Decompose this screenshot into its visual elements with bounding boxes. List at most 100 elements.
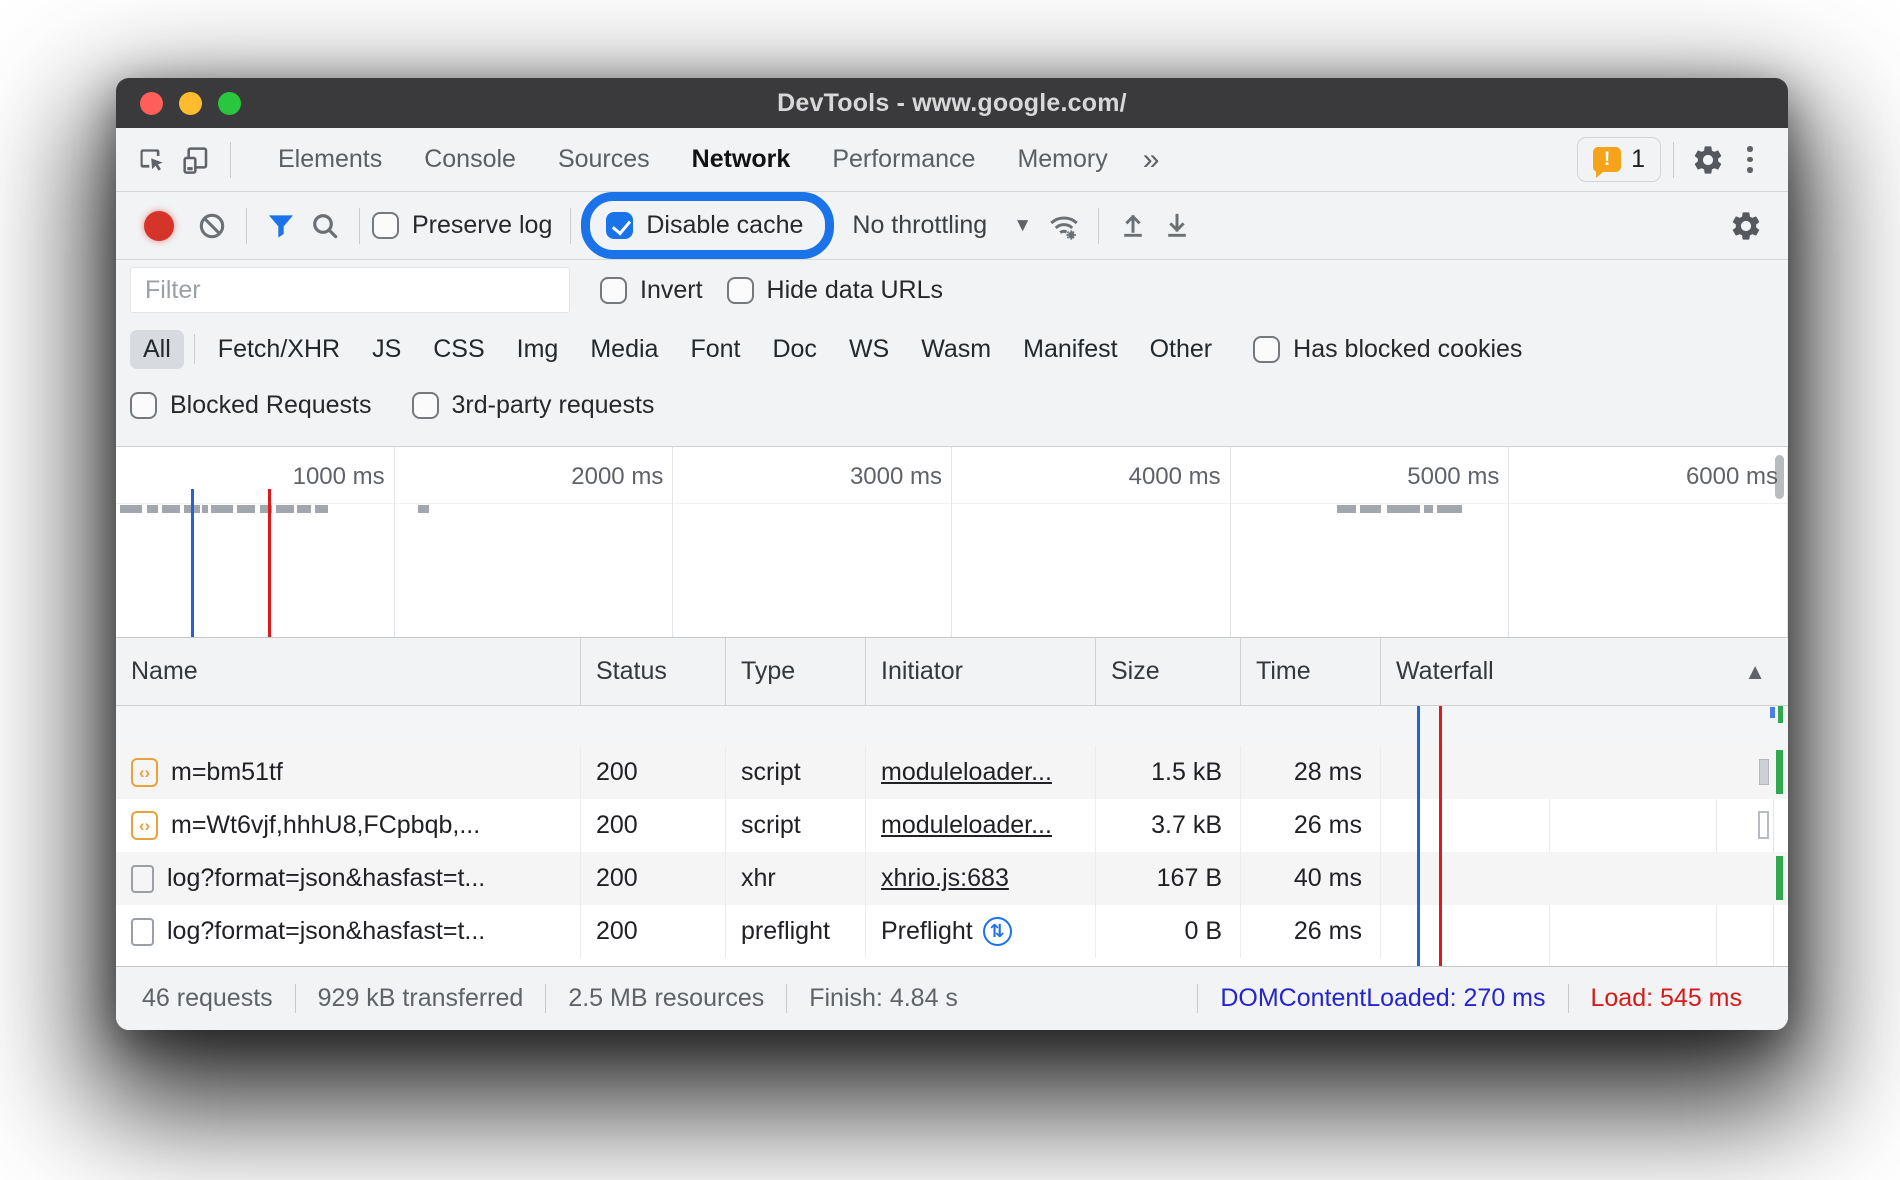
waterfall-cell [1381,746,1788,799]
overview-activity-bar [418,505,429,513]
invert-checkbox[interactable] [600,277,627,304]
initiator-link[interactable]: moduleloader... [881,811,1052,840]
request-row[interactable]: ‹›m=bm51tf200scriptmoduleloader...1.5 kB… [116,746,1788,799]
device-toolbar-icon[interactable] [174,138,218,182]
column-header-name[interactable]: Name [116,638,581,705]
status-929-kb-transferred: 929 kB transferred [295,984,546,1013]
type-filter-img[interactable]: Img [504,330,572,369]
overview-gridline [1508,447,1509,637]
preserve-log-label: Preserve log [412,211,552,240]
type-filter-manifest[interactable]: Manifest [1010,330,1130,369]
type-filter-media[interactable]: Media [577,330,671,369]
column-header-time[interactable]: Time [1241,638,1381,705]
throttling-dropdown[interactable]: No throttling ▼ [836,211,1042,240]
search-icon[interactable] [303,204,347,248]
third-party-requests-checkbox[interactable] [412,392,439,419]
request-row[interactable]: log?format=json&hasfast=t...200xhrxhrio.… [116,852,1788,905]
column-header-initiator[interactable]: Initiator [866,638,1096,705]
network-settings-gear-icon[interactable] [1724,204,1768,248]
type-filter-css[interactable]: CSS [420,330,497,369]
tab-console[interactable]: Console [403,128,537,191]
overview-dcl-line [191,489,194,637]
filter-input[interactable] [130,267,570,313]
has-blocked-cookies-control: Has blocked cookies [1253,335,1522,364]
time-cell: 26 ms [1241,905,1381,958]
waterfall-green-bar [1776,856,1783,900]
type-filter-font[interactable]: Font [677,330,753,369]
tab-performance[interactable]: Performance [811,128,996,191]
overview-activity-bar [1437,505,1462,513]
divider [570,208,571,244]
column-header-status[interactable]: Status [581,638,726,705]
overview-gridline [394,447,395,637]
settings-gear-icon[interactable] [1686,138,1730,182]
size-cell: 0 B [1096,905,1241,958]
blocked-requests-checkbox[interactable] [130,392,157,419]
type-cell: xhr [726,852,866,905]
status-46-requests: 46 requests [120,984,295,1013]
status-cell: 200 [581,799,726,852]
type-filter-fetch-xhr[interactable]: Fetch/XHR [205,330,353,369]
type-filter-ws[interactable]: WS [836,330,902,369]
column-header-type[interactable]: Type [726,638,866,705]
more-tabs-icon[interactable]: » [1129,143,1174,177]
overview-gridline [1787,447,1788,637]
network-conditions-icon[interactable] [1042,204,1086,248]
disable-cache-checkbox[interactable] [606,212,633,239]
type-filter-wasm[interactable]: Wasm [908,330,1004,369]
has-blocked-cookies-checkbox[interactable] [1253,336,1280,363]
tab-sources[interactable]: Sources [537,128,671,191]
overview-tick-label: 4000 ms [1129,463,1221,491]
issues-count: 1 [1631,145,1645,174]
column-header-waterfall[interactable]: Waterfall ▲ [1381,638,1788,705]
overview-load-line [268,489,271,637]
column-header-size[interactable]: Size [1096,638,1241,705]
filter-row: Invert Hide data URLs [116,260,1788,320]
tab-network[interactable]: Network [671,128,812,191]
sort-ascending-icon[interactable]: ▲ [1744,659,1766,685]
divider [246,208,247,244]
request-row[interactable]: log?format=json&hasfast=t...200preflight… [116,905,1788,958]
initiator-link[interactable]: moduleloader... [881,758,1052,787]
hide-data-urls-checkbox[interactable] [727,277,754,304]
type-filter-other[interactable]: Other [1137,330,1226,369]
request-name: log?format=json&hasfast=t... [167,917,485,946]
third-party-requests-control: 3rd-party requests [412,391,655,420]
record-button[interactable] [144,211,174,241]
kebab-menu-icon[interactable] [1730,146,1770,173]
window-title: DevTools - www.google.com/ [116,78,1788,128]
name-cell: ‹›m=bm51tf [116,746,581,799]
request-row[interactable]: ‹›m=Wt6vjf,hhhU8,FCpbqb,...200scriptmodu… [116,799,1788,852]
script-file-icon: ‹› [131,758,158,787]
overview-activity-bar [1387,505,1420,513]
overview-activity-bar [1337,505,1357,513]
overview-activity-bar [120,505,142,513]
inspect-element-icon[interactable] [130,138,174,182]
clear-icon[interactable] [190,204,234,248]
disable-cache-highlight-ring: Disable cache [581,192,834,259]
chevron-down-icon: ▼ [1013,215,1032,237]
has-blocked-cookies-label: Has blocked cookies [1293,335,1522,364]
initiator-link[interactable]: xhrio.js:683 [881,864,1009,893]
type-filter-js[interactable]: JS [359,330,414,369]
preflight-arrows-icon[interactable]: ⇅ [983,917,1012,946]
status-cell: 200 [581,905,726,958]
initiator-text: Preflight [881,917,973,946]
preflight-initiator: Preflight ⇅ [881,917,1012,946]
network-overview-timeline[interactable]: 1000 ms2000 ms3000 ms4000 ms5000 ms6000 … [116,446,1788,638]
waterfall-gray-bar [1759,759,1769,785]
import-har-icon[interactable] [1111,204,1155,248]
tab-elements[interactable]: Elements [257,128,403,191]
overview-activity-bar [276,505,294,513]
export-har-icon[interactable] [1155,204,1199,248]
overview-tick-label: 6000 ms [1686,463,1778,491]
tab-memory[interactable]: Memory [996,128,1128,191]
initiator-cell: moduleloader... [866,799,1096,852]
preserve-log-checkbox[interactable] [372,212,399,239]
filter-funnel-icon[interactable] [259,204,303,248]
type-filter-doc[interactable]: Doc [759,330,829,369]
overview-tick-label: 1000 ms [293,463,385,491]
issues-badge-button[interactable]: ! 1 [1577,137,1661,182]
type-filter-all[interactable]: All [130,330,184,369]
time-cell: 26 ms [1241,799,1381,852]
